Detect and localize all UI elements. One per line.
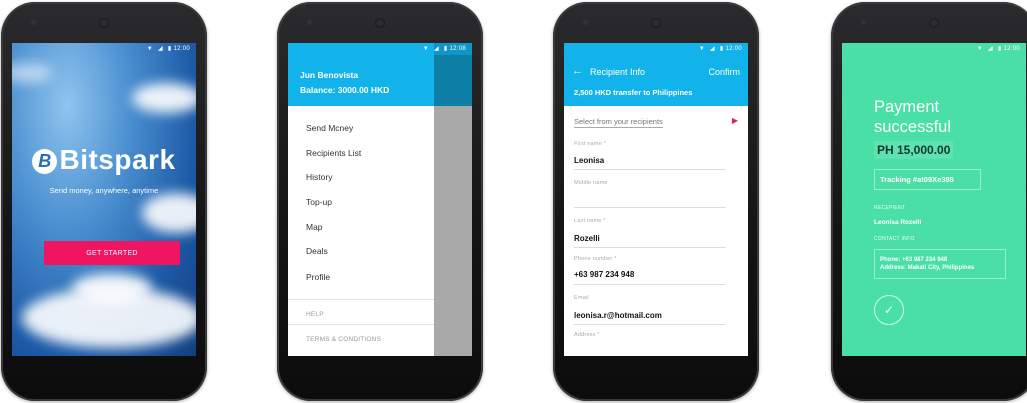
wifi-icon: ▼ — [422, 46, 430, 52]
first-name-field[interactable]: Leonisa — [574, 156, 604, 165]
recipient-label: RECEPIENT — [874, 205, 906, 211]
user-name: Jun Benovista — [300, 70, 359, 80]
back-arrow-icon[interactable]: ← — [572, 65, 583, 77]
divider — [288, 299, 434, 300]
nav-item-history[interactable]: History — [306, 172, 332, 182]
earpiece — [375, 18, 385, 28]
phone-number-label: Phone number * — [574, 256, 617, 262]
divider — [288, 324, 434, 325]
wifi-icon: ▼ — [698, 46, 706, 52]
first-name-label: First name * — [574, 141, 607, 147]
email-label: Email — [574, 295, 589, 301]
bitspark-logo-icon: B — [32, 149, 58, 174]
page-title: Recipient Info — [590, 67, 646, 77]
battery-icon: ▮ — [719, 46, 724, 52]
wifi-icon: ▼ — [146, 46, 154, 52]
battery-icon: ▮ — [167, 46, 172, 52]
nav-item-recipients-list[interactable]: Recipients List — [306, 148, 361, 158]
dropdown-arrow-icon[interactable]: ▶ — [732, 116, 738, 125]
address-label: Address * — [574, 332, 600, 338]
status-bar: ▼ ◢ ▮ 12:00 — [564, 43, 748, 55]
status-bar: ▼ ◢ ▮ 12:08 — [288, 43, 472, 55]
welcome-screen: ▼ ◢ ▮ 12:00 B Bitspark Send money, anywhe… — [12, 43, 196, 356]
middle-name-label: Middle name — [574, 180, 608, 186]
contact-info-box: Phone: +63 987 234 948 Address: Makati C… — [874, 249, 1006, 279]
nav-item-deals[interactable]: Deals — [306, 246, 328, 256]
status-time: 12:00 — [1003, 46, 1020, 52]
wifi-icon: ▼ — [976, 46, 984, 52]
transfer-summary: 2,500 HKD transfer to Philippines — [574, 88, 693, 97]
select-recipient-dropdown[interactable]: Select from your recipients — [574, 117, 663, 128]
tracking-number: Tracking #at09Xe385 — [874, 169, 981, 190]
confirm-button[interactable]: Confirm — [708, 67, 740, 77]
nav-item-profile[interactable]: Profile — [306, 272, 330, 282]
balance: Balance: 3000.00 HKD — [300, 85, 390, 95]
last-name-label: Last name * — [574, 218, 606, 224]
contact-address: Address: Makati City, Philippines — [880, 265, 975, 271]
drawer-screen: ▼ ◢ ▮ 12:08 Jun Benovista Balance: 3000.… — [288, 43, 472, 356]
phone-recipient-info: ▼ ◢ ▮ 12:00 ← Recipient Info Confirm 2,5… — [553, 2, 759, 401]
phone-welcome: ▼ ◢ ▮ 12:00 B Bitspark Send money, anywhe… — [1, 2, 207, 401]
phone-payment-success: ▼ ◢ ▮ 12:00 Payment successful PH 15,000… — [831, 2, 1027, 401]
recipient-name: Leonisa Rozelli — [874, 219, 922, 226]
tagline: Send money, anywhere, anytime — [49, 186, 159, 195]
contact-phone: Phone: +63 987 234 948 — [880, 257, 948, 263]
signal-icon: ◢ — [434, 46, 439, 52]
status-bar: ▼ ◢ ▮ 12:00 — [12, 43, 196, 55]
navigation-drawer: Jun Benovista Balance: 3000.00 HKD Send … — [288, 43, 434, 356]
signal-icon: ◢ — [988, 46, 993, 52]
contact-info-label: CONTACT INFO — [874, 236, 915, 242]
nav-item-terms[interactable]: TERMS & CONDITIONS — [306, 336, 381, 343]
bitspark-logo: B Bitspark — [12, 144, 196, 176]
payment-success-screen: ▼ ◢ ▮ 12:00 Payment successful PH 15,000… — [842, 43, 1026, 356]
phone-drawer: ▼ ◢ ▮ 12:08 Jun Benovista Balance: 3000.… — [277, 2, 483, 401]
earpiece — [651, 18, 661, 28]
status-time: 12:00 — [725, 46, 742, 52]
nav-item-help[interactable]: HELP — [306, 311, 324, 318]
check-icon[interactable]: ✓ — [874, 295, 904, 325]
battery-icon: ▮ — [443, 46, 448, 52]
email-field[interactable]: leonisa.r@hotmail.com — [574, 311, 662, 320]
battery-icon: ▮ — [997, 46, 1002, 52]
payment-amount: PH 15,000.00 — [874, 141, 954, 159]
nav-item-top-up[interactable]: Top-up — [306, 197, 332, 207]
get-started-button[interactable]: GET STARTED — [44, 241, 180, 265]
payment-title: Payment successful — [874, 98, 952, 136]
status-bar: ▼ ◢ ▮ 12:00 — [842, 43, 1026, 55]
earpiece — [99, 18, 109, 28]
status-time: 12:00 — [173, 46, 190, 52]
app-bar: ▼ ◢ ▮ 12:00 ← Recipient Info Confirm 2,5… — [564, 43, 748, 106]
signal-icon: ◢ — [710, 46, 715, 52]
phone-number-field[interactable]: +63 987 234 948 — [574, 270, 634, 279]
earpiece — [929, 18, 939, 28]
nav-item-send-money[interactable]: Send Mcney — [306, 123, 353, 133]
signal-icon: ◢ — [158, 46, 163, 52]
recipient-info-screen: ▼ ◢ ▮ 12:00 ← Recipient Info Confirm 2,5… — [564, 43, 748, 356]
nav-item-map[interactable]: Map — [306, 222, 323, 232]
status-time: 12:08 — [449, 46, 466, 52]
last-name-field[interactable]: Rozelli — [574, 234, 600, 243]
